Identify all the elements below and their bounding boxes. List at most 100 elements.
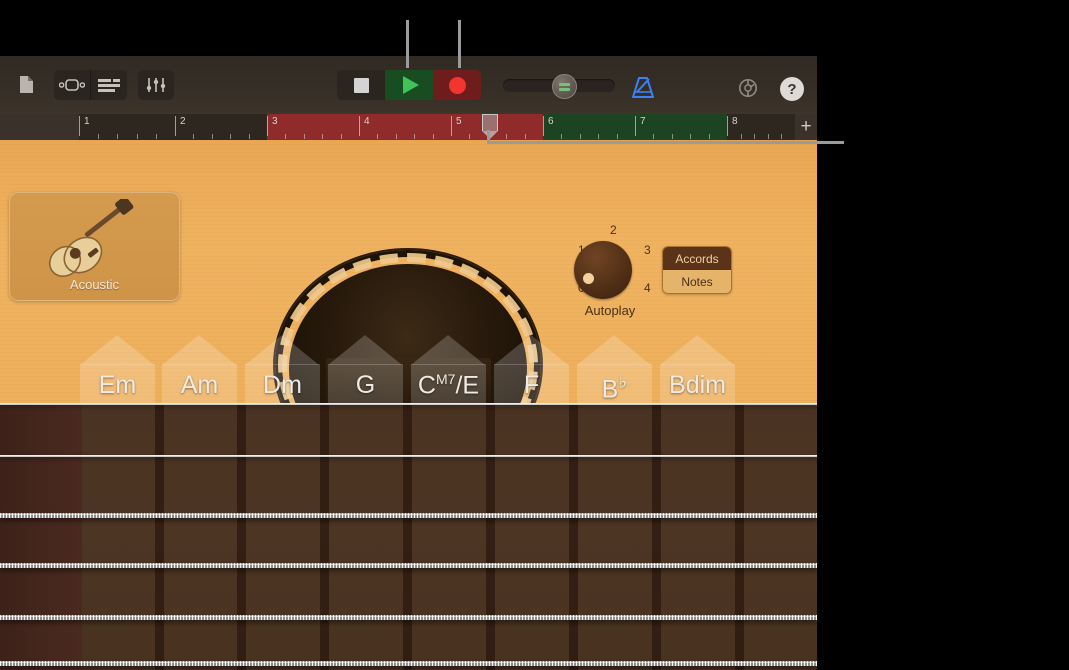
fret: [237, 403, 246, 670]
ruler-bar-edge: [79, 116, 80, 136]
ruler-bar-edge: [267, 116, 268, 136]
autoplay-value-4[interactable]: 4: [644, 281, 651, 295]
ruler-tick: [781, 134, 782, 139]
editor-icon[interactable]: [90, 70, 127, 100]
ruler-tick: [304, 134, 305, 139]
ruler-tick: [98, 134, 99, 139]
ruler-bar[interactable]: 6: [543, 114, 635, 140]
ruler-bar-edge: [175, 116, 176, 136]
chord-label: B♭: [577, 371, 652, 404]
ruler-tick: [506, 134, 507, 139]
autoplay-knob[interactable]: [574, 241, 632, 299]
loop-browser-icon[interactable]: [54, 70, 90, 100]
add-track-button[interactable]: +: [798, 118, 814, 136]
chord-button-cap: [328, 335, 403, 365]
stop-button[interactable]: [337, 70, 385, 100]
chord-button-cap: [411, 335, 486, 365]
chord-label: Em: [80, 371, 155, 400]
ruler-bar-number: 5: [456, 116, 462, 127]
toolbar-left-group: [9, 70, 43, 98]
ruler-bar-number: 8: [732, 116, 738, 127]
play-button[interactable]: [385, 70, 433, 100]
mode-switch: Accords Notes: [662, 246, 732, 294]
ruler-bar[interactable]: 3: [267, 114, 359, 140]
chord-label: Am: [162, 371, 237, 400]
chord-label: G: [328, 371, 403, 400]
ruler-tick: [672, 134, 673, 139]
ruler-tick: [561, 134, 562, 139]
fret: [486, 403, 495, 670]
mode-option-notes[interactable]: Notes: [663, 270, 731, 293]
ruler-bar-edge: [359, 116, 360, 136]
ruler-bar-number: 1: [84, 116, 90, 127]
guitar-string-1[interactable]: [0, 403, 817, 405]
playhead-body: [482, 114, 498, 131]
chord-label: Dm: [245, 371, 320, 400]
guitar-string-6[interactable]: [0, 661, 817, 666]
library-icon[interactable]: [9, 70, 43, 98]
ruler-bar[interactable]: 1: [79, 114, 175, 140]
slider-knob[interactable]: [552, 74, 577, 99]
playhead[interactable]: [482, 114, 498, 139]
smart-controls-button[interactable]: [138, 70, 174, 100]
chord-button-cap: [577, 335, 652, 365]
chord-button-cap: [162, 335, 237, 365]
autoplay-value-3[interactable]: 3: [644, 243, 651, 257]
ruler-bar[interactable]: 2: [175, 114, 267, 140]
chord-label: F: [494, 371, 569, 400]
ruler-bar[interactable]: 7: [635, 114, 727, 140]
guitar-string-3[interactable]: [0, 513, 817, 518]
ruler-tick: [341, 134, 342, 139]
record-button[interactable]: [433, 70, 481, 100]
fret: [652, 403, 661, 670]
ruler-bar[interactable]: 4: [359, 114, 451, 140]
autoplay-control: 0 1 2 3 4 Autoplay: [560, 215, 660, 315]
ruler-bar-edge: [635, 116, 636, 136]
ruler-tick: [741, 134, 742, 139]
guitar-string-5[interactable]: [0, 615, 817, 620]
ruler-bar-edge: [727, 116, 728, 136]
stop-icon: [354, 78, 369, 93]
ruler-tick: [580, 134, 581, 139]
callout-line-playhead-h: [487, 141, 844, 144]
autoplay-value-2[interactable]: 2: [610, 223, 617, 237]
timeline-ruler[interactable]: 1 234 5 678 +: [0, 114, 817, 140]
fret: [155, 403, 164, 670]
ruler-tick: [156, 134, 157, 139]
help-button[interactable]: ?: [780, 77, 804, 101]
gear-icon: [736, 76, 760, 100]
guitar-string-2[interactable]: [0, 455, 817, 457]
preset-tile-acoustic[interactable]: Acoustic: [9, 192, 180, 301]
ruler-tick: [433, 134, 434, 139]
chord-button-cap: [494, 335, 569, 365]
ruler-tick: [285, 134, 286, 139]
fretboard[interactable]: [0, 403, 817, 670]
ruler-bar-number: 4: [364, 116, 370, 127]
toolbar-view-group: [54, 70, 127, 100]
fret: [735, 403, 744, 670]
ruler-track[interactable]: 1 234 5 678: [79, 114, 795, 140]
mode-option-accords[interactable]: Accords: [663, 247, 731, 270]
ruler-tick: [525, 134, 526, 139]
chord-button-cap: [80, 335, 155, 365]
metronome-button[interactable]: [630, 76, 656, 105]
ruler-tick: [396, 134, 397, 139]
master-volume-slider[interactable]: [503, 79, 615, 92]
ruler-tick: [768, 134, 769, 139]
ruler-tick: [690, 134, 691, 139]
ruler-tick: [377, 134, 378, 139]
ruler-tick: [598, 134, 599, 139]
guitar-string-4[interactable]: [0, 563, 817, 568]
chord-button-cap: [245, 335, 320, 365]
ruler-bar[interactable]: 8: [727, 114, 795, 140]
instrument-stage: Acoustic 0 1 2 3 4 Autoplay Accords Note…: [0, 140, 817, 670]
smart-controls-icon: [146, 77, 166, 93]
ruler-tick: [230, 134, 231, 139]
ruler-tick: [193, 134, 194, 139]
settings-button[interactable]: [736, 76, 760, 105]
preset-name: Acoustic: [10, 277, 179, 292]
transport-controls: [337, 70, 481, 100]
autoplay-knob-indicator: [583, 273, 594, 284]
autoplay-label: Autoplay: [560, 303, 660, 318]
ruler-tick: [249, 134, 250, 139]
